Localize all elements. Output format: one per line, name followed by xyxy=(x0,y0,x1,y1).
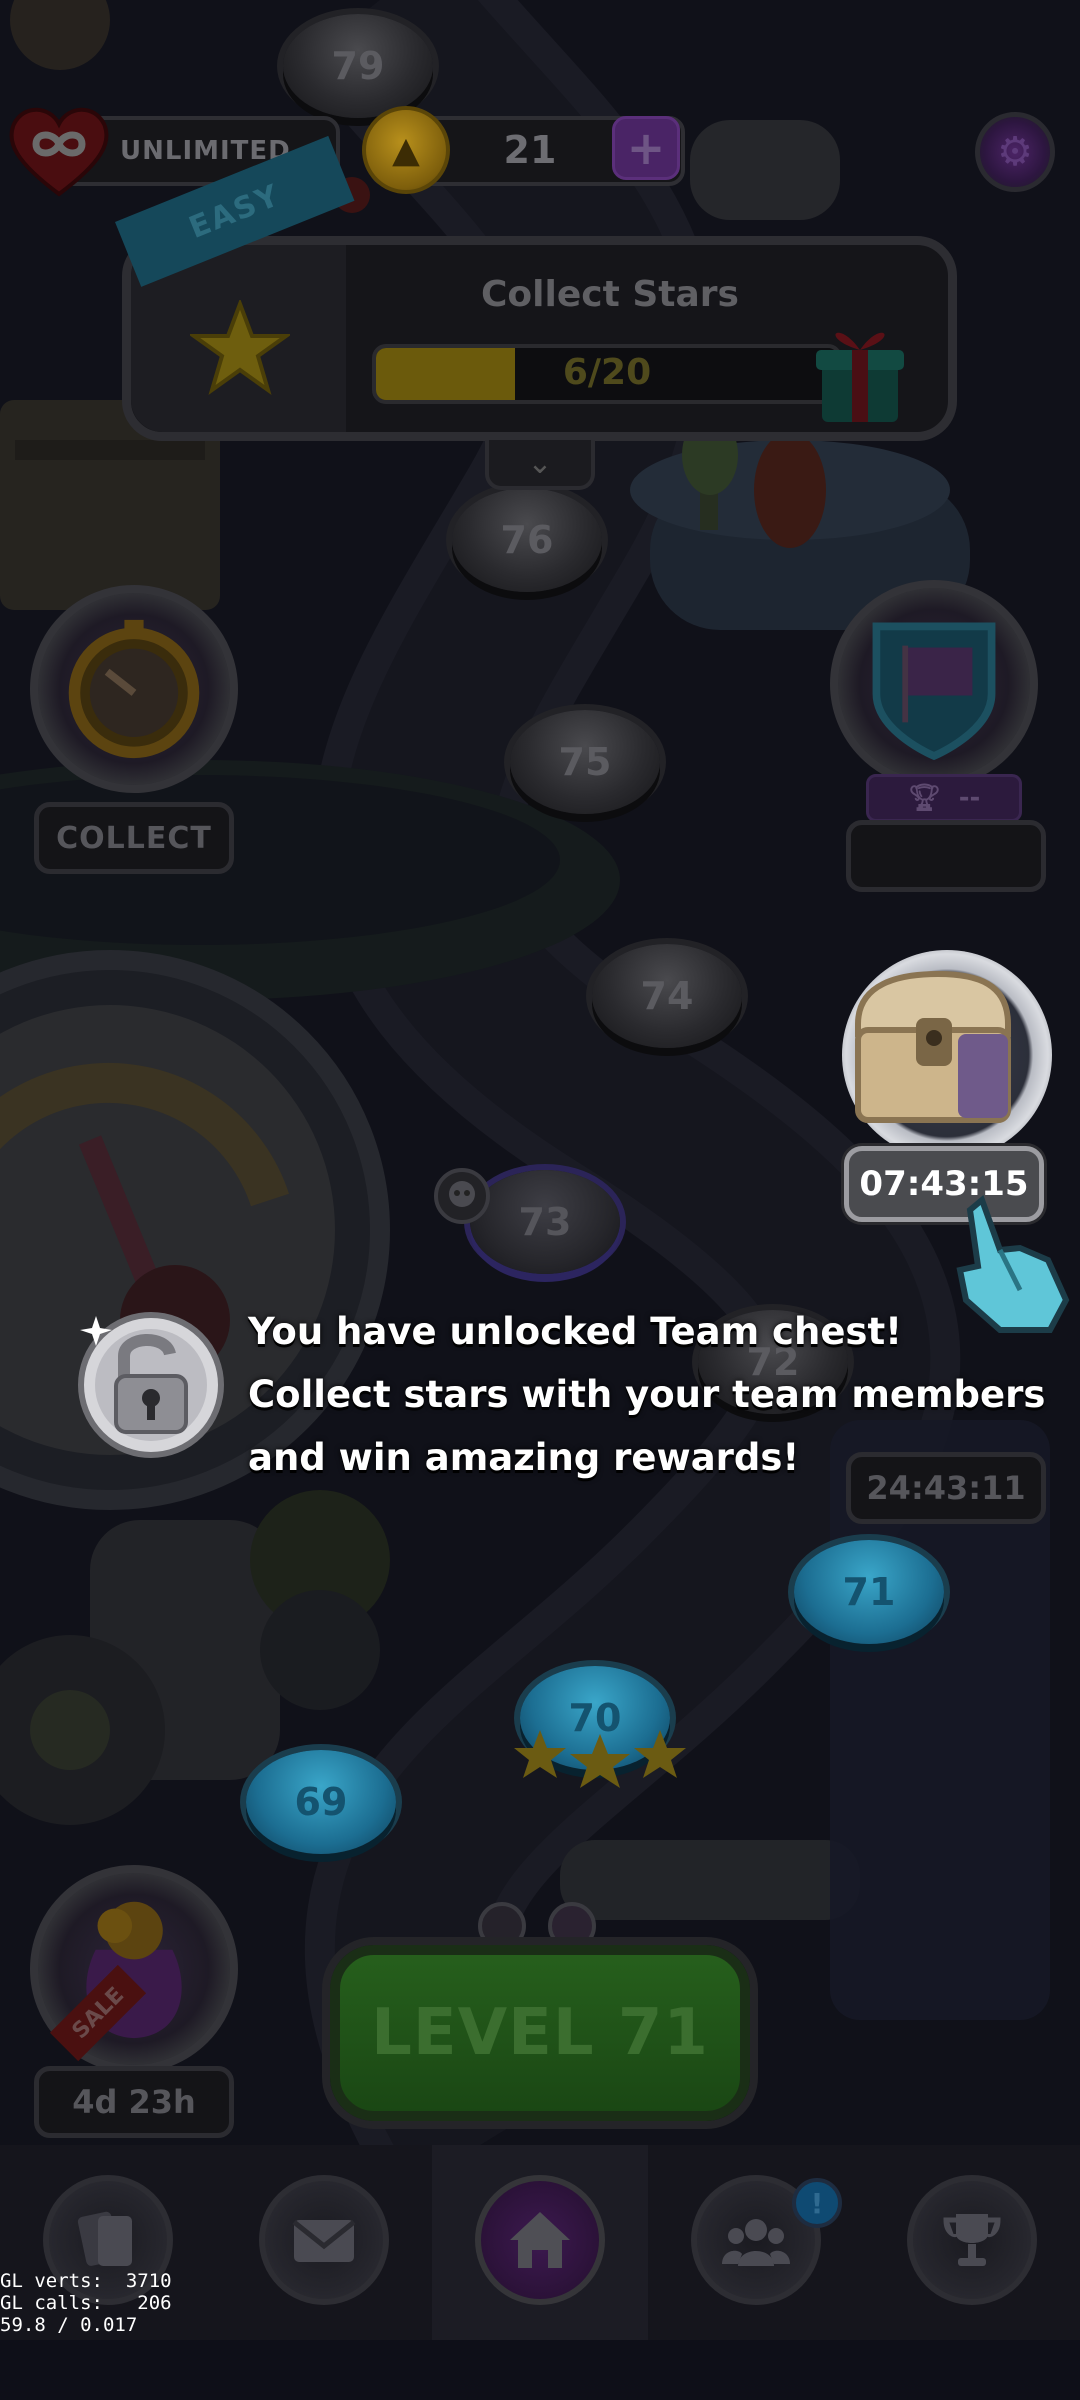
debug-overlay: GL verts: 3710 GL calls: 206 59.8 / 0.017 xyxy=(0,2270,172,2336)
nav-team[interactable] xyxy=(648,2145,864,2340)
tutorial-line: Collect stars with your team members xyxy=(248,1373,1046,1416)
level-node-79[interactable]: 79 xyxy=(283,14,433,118)
unlocked-padlock-icon xyxy=(78,1312,224,1458)
friend-avatar xyxy=(548,1902,596,1950)
tournament-widget[interactable] xyxy=(830,580,1038,788)
nav-mail[interactable] xyxy=(216,2145,432,2340)
sale-timer: 4d 23h xyxy=(34,2066,234,2138)
star-icon xyxy=(514,1730,566,1778)
level-node-73[interactable]: 73 xyxy=(470,1170,620,1274)
home-icon xyxy=(475,2175,605,2305)
heart-infinity-icon xyxy=(9,107,109,197)
team-notification-badge: ! xyxy=(792,2178,842,2228)
expand-panel-button[interactable]: ⌄ xyxy=(485,440,595,490)
debug-gl-verts: GL verts: 3710 xyxy=(0,2270,172,2292)
collect-button[interactable]: COLLECT xyxy=(34,802,234,874)
sale-offer-widget[interactable]: SALE xyxy=(30,1865,238,2073)
level-node-71[interactable]: 71 xyxy=(794,1540,944,1644)
level-70-stars xyxy=(514,1730,686,1788)
level-node-69[interactable]: 69 xyxy=(246,1750,396,1854)
event-progress-text: 6/20 xyxy=(562,352,652,393)
stopwatch-icon xyxy=(68,619,200,759)
timer-reward-widget[interactable] xyxy=(30,585,238,793)
star-icon xyxy=(190,300,290,395)
mail-icon xyxy=(259,2175,389,2305)
add-coins-button[interactable]: + xyxy=(612,116,680,180)
trophy-icon: 🏆︎ xyxy=(907,783,941,813)
nav-trophy[interactable] xyxy=(864,2145,1080,2340)
star-icon xyxy=(570,1734,630,1788)
tournament-rank-bar: 🏆︎ -- xyxy=(866,774,1022,822)
tournament-rank-value: -- xyxy=(958,783,981,813)
checkered-flag-shield-icon xyxy=(872,622,996,761)
chevron-down-icon: ⌄ xyxy=(527,445,553,481)
debug-fps: 59.8 / 0.017 xyxy=(0,2314,138,2336)
friend-avatar xyxy=(478,1902,526,1950)
skull-icon xyxy=(434,1168,490,1224)
tournament-label xyxy=(846,820,1046,892)
debug-gl-calls: GL calls: 206 xyxy=(0,2292,172,2314)
level-node-75[interactable]: 75 xyxy=(510,710,660,814)
tutorial-line: and win amazing rewards! xyxy=(248,1436,800,1479)
event-title: Collect Stars xyxy=(481,274,739,315)
team-chest-icon xyxy=(855,970,1011,1123)
star-icon xyxy=(634,1730,686,1778)
level-node-74[interactable]: 74 xyxy=(592,944,742,1048)
level-node-76[interactable]: 76 xyxy=(452,488,602,592)
coin-icon: ▲ xyxy=(362,106,450,194)
settings-gear-icon[interactable]: ⚙ xyxy=(975,112,1055,192)
nav-home[interactable] xyxy=(432,2145,648,2340)
team-chest-tutorial-message: You have unlocked Team chest! Collect st… xyxy=(248,1300,1048,1489)
trophy-icon xyxy=(907,2175,1037,2305)
play-level-button[interactable]: LEVEL 71 xyxy=(330,1945,750,2121)
coins-value: 21 xyxy=(503,128,557,172)
play-level-label: LEVEL 71 xyxy=(371,1996,709,2070)
tutorial-line: You have unlocked Team chest! xyxy=(248,1310,903,1353)
gift-icon xyxy=(816,332,904,422)
